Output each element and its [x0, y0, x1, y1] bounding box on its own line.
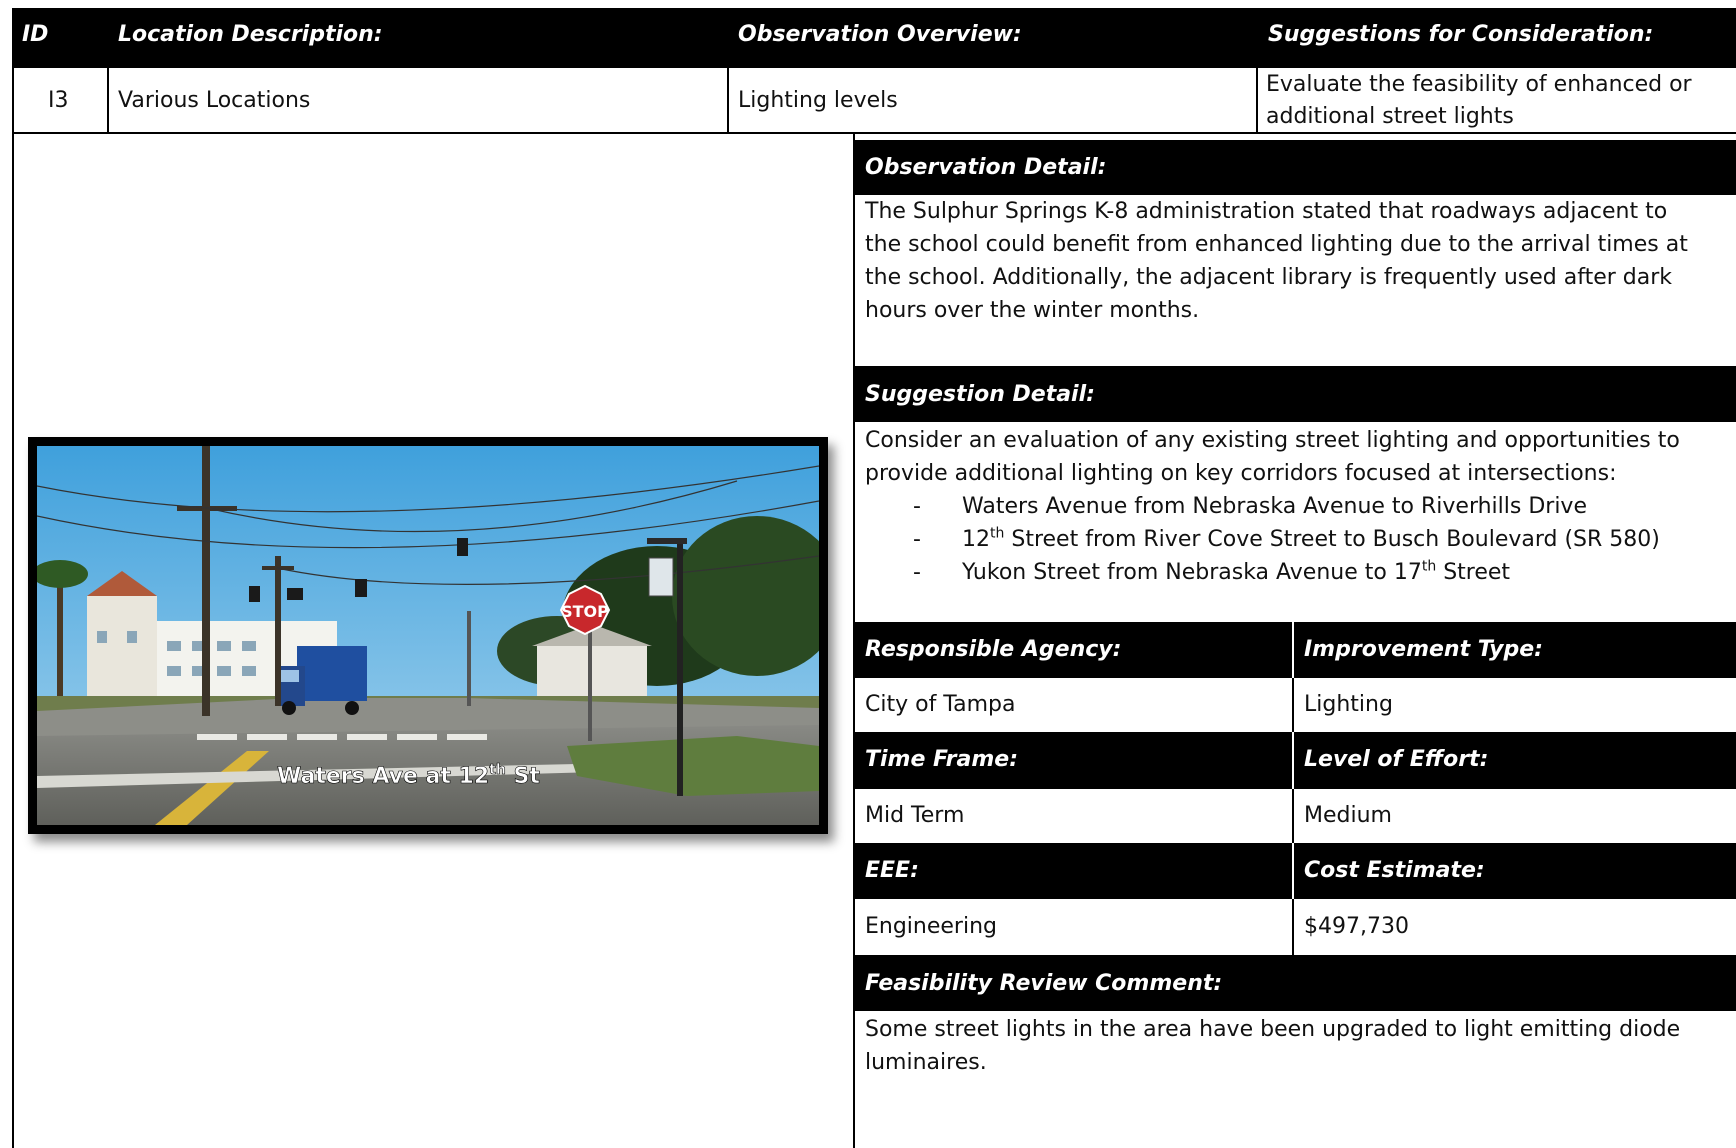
- feasibility-header: Feasibility Review Comment:: [855, 955, 1736, 1011]
- observation-detail-header: Observation Detail:: [855, 140, 1736, 195]
- observation-detail-body: The Sulphur Springs K-8 administration s…: [865, 195, 1705, 327]
- row-id: I3: [48, 88, 69, 113]
- table-header: ID Location Description: Observation Ove…: [12, 8, 1736, 68]
- list-item: - Yukon Street from Nebraska Avenue to 17…: [913, 558, 1511, 585]
- effort-value: Medium: [1304, 803, 1392, 828]
- suggestion-detail-body: Consider an evaluation of any existing s…: [865, 424, 1725, 589]
- row-suggestion: Evaluate the feasibility of enhanced or …: [1266, 72, 1692, 129]
- timeframe-header-row: Time Frame: Level of Effort:: [855, 732, 1736, 789]
- stop-sign-text: STOP: [561, 602, 609, 621]
- street-photo-image: STOP Waters Ave at 12th St: [37, 446, 819, 825]
- list-item: - Waters Avenue from Nebraska Avenue to R…: [913, 494, 1587, 519]
- feasibility-text: Some street lights in the area have been…: [865, 1017, 1681, 1075]
- improvement-value: Lighting: [1304, 692, 1393, 717]
- timeframe-label: Time Frame:: [865, 747, 1019, 772]
- timeframe-value: Mid Term: [865, 803, 965, 828]
- header-observation: Observation Overview:: [738, 22, 1022, 47]
- header-id: ID: [22, 22, 49, 47]
- cost-label: Cost Estimate:: [1304, 858, 1485, 883]
- suggestion-detail-label: Suggestion Detail:: [865, 381, 1095, 407]
- feasibility-label: Feasibility Review Comment:: [865, 970, 1223, 996]
- suggestion-detail-text: Consider an evaluation of any existing s…: [865, 428, 1680, 486]
- summary-row: I3 Various Locations Lighting levels Eva…: [12, 68, 1736, 134]
- observation-detail-label: Observation Detail:: [865, 155, 1107, 180]
- cost-value: $497,730: [1304, 914, 1409, 939]
- effort-label: Level of Effort:: [1304, 747, 1489, 772]
- suggestion-detail-header: Suggestion Detail:: [855, 366, 1736, 422]
- agency-value-row: City of Tampa Lighting: [855, 678, 1736, 732]
- agency-value: City of Tampa: [865, 692, 1016, 717]
- location-photo: STOP Waters Ave at 12th St: [28, 437, 828, 834]
- header-suggestions: Suggestions for Consideration:: [1268, 22, 1654, 47]
- observation-detail-text: The Sulphur Springs K-8 administration s…: [865, 199, 1688, 323]
- detail-column: Observation Detail: The Sulphur Springs …: [855, 134, 1736, 1148]
- agency-header-row: Responsible Agency: Improvement Type:: [855, 622, 1736, 678]
- agency-label: Responsible Agency:: [865, 637, 1122, 662]
- list-item: -12th Street from River Cove Street to B…: [913, 525, 1660, 552]
- timeframe-value-row: Mid Term Medium: [855, 789, 1736, 843]
- eee-label: EEE:: [865, 858, 919, 883]
- improvement-label: Improvement Type:: [1304, 637, 1543, 662]
- eee-header-row: EEE: Cost Estimate:: [855, 843, 1736, 899]
- header-location: Location Description:: [118, 22, 383, 47]
- feasibility-body: Some street lights in the area have been…: [865, 1013, 1705, 1079]
- row-location: Various Locations: [118, 88, 311, 113]
- eee-value-row: Engineering $497,730: [855, 899, 1736, 955]
- corridor-list: - Waters Avenue from Nebraska Avenue to R…: [865, 490, 1725, 589]
- eee-value: Engineering: [865, 914, 997, 939]
- row-observation: Lighting levels: [738, 88, 898, 113]
